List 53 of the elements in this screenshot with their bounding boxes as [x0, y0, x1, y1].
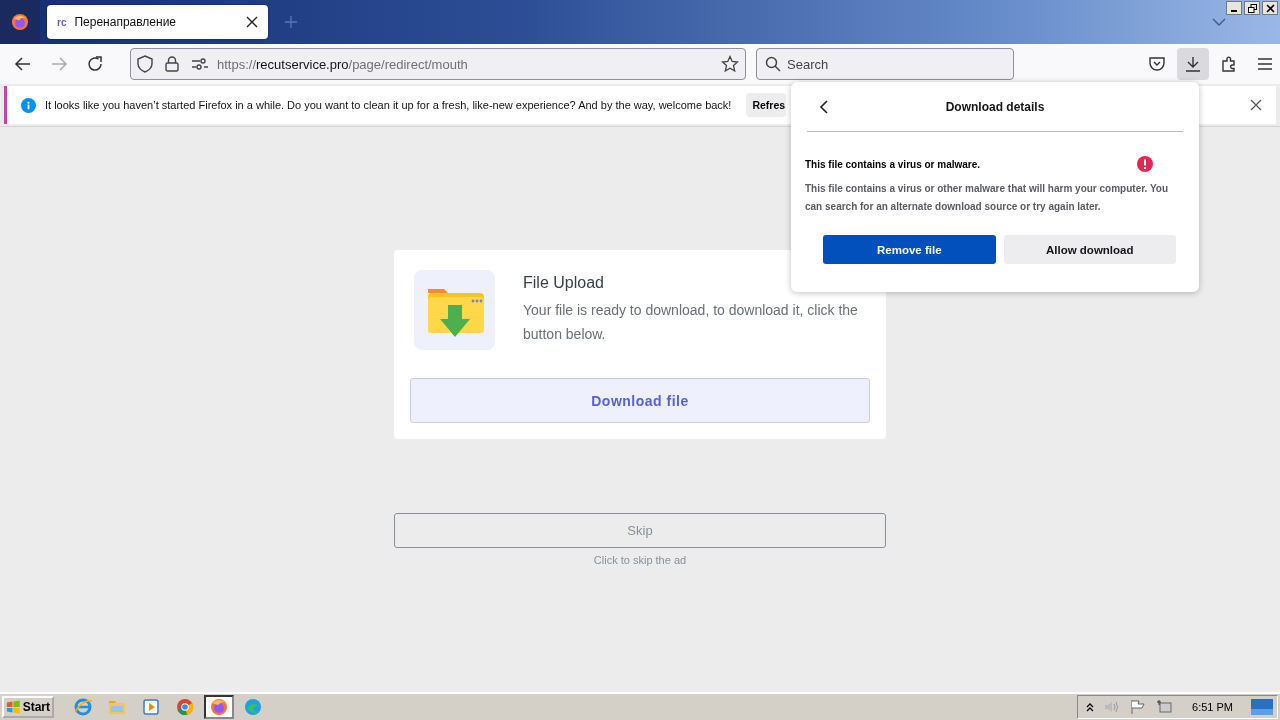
- network-icon[interactable]: [1156, 699, 1173, 715]
- warning-description: This file contains a virus or other malware that will harm your computer. You can search for an alternate download source or try again later.: [805, 182, 1170, 214]
- firefox-icon: [11, 13, 29, 31]
- download-file-button[interactable]: Download file: [410, 378, 870, 423]
- refresh-firefox-button[interactable]: Refres: [746, 93, 787, 117]
- chrome-icon: [175, 697, 195, 717]
- lock-icon[interactable]: [165, 56, 179, 72]
- warning-icon: [1137, 156, 1153, 172]
- favicon: rc: [57, 16, 67, 28]
- downloads-button[interactable]: [1177, 48, 1209, 80]
- close-icon[interactable]: [1250, 99, 1262, 111]
- flag-icon[interactable]: [1130, 699, 1147, 715]
- windows-logo-icon: [6, 700, 21, 714]
- notification-message: It looks like you haven’t started Firefox in a while. Do you want to clean it up for a fresh, like-new experience? And by the way, welcome back!: [45, 99, 732, 111]
- bookmark-star-icon[interactable]: [721, 55, 739, 73]
- skip-caption: Click to skip the ad: [593, 554, 687, 566]
- edge-icon: [243, 697, 263, 717]
- download-icon: [1184, 55, 1202, 73]
- warning-title: This file contains a virus or malware.: [805, 158, 981, 170]
- permissions-icon[interactable]: [191, 57, 209, 71]
- back-icon[interactable]: [819, 98, 829, 115]
- restore-button[interactable]: [1244, 1, 1260, 15]
- card-description: Your file is ready to download, to download it, click the button below.: [523, 301, 859, 344]
- search-icon: [765, 56, 781, 72]
- close-button[interactable]: [1262, 1, 1278, 15]
- clock: 6:51 PM: [1192, 701, 1233, 713]
- info-icon: [21, 97, 36, 113]
- back-icon[interactable]: [14, 55, 32, 73]
- panel-title: Download details: [944, 99, 1046, 114]
- minimize-button[interactable]: [1226, 1, 1242, 15]
- address-bar[interactable]: https://recutservice.pro/page/redirect/mouth: [130, 48, 746, 80]
- menu-icon[interactable]: [1256, 55, 1274, 73]
- shield-icon[interactable]: [137, 55, 153, 73]
- browser-e-icon: [73, 697, 93, 717]
- card-title: File Upload: [523, 274, 605, 292]
- start-button[interactable]: Start: [2, 696, 54, 718]
- puzzle-piece-icon[interactable]: [1220, 55, 1238, 73]
- search-field[interactable]: Search: [756, 48, 1014, 80]
- url-text[interactable]: https://recutservice.pro/page/redirect/mouth: [217, 56, 709, 72]
- reload-icon[interactable]: [86, 55, 104, 73]
- play-icon: [141, 697, 161, 717]
- tab-title: Перенаправление: [74, 15, 178, 29]
- restore-icon: [1247, 3, 1257, 13]
- allow-download-button[interactable]: Allow download: [1003, 235, 1176, 264]
- chevron-up-icon[interactable]: [1086, 702, 1095, 712]
- close-icon[interactable]: [246, 16, 258, 28]
- taskbar-app[interactable]: [204, 695, 234, 719]
- remove-file-button[interactable]: Remove file: [823, 235, 996, 264]
- close-icon: [1265, 3, 1275, 13]
- firefox-menu-button[interactable]: [0, 0, 40, 44]
- pocket-icon[interactable]: [1148, 55, 1166, 73]
- firefox-icon: [209, 697, 229, 717]
- browser-tab[interactable]: rc Перенаправление: [47, 5, 268, 39]
